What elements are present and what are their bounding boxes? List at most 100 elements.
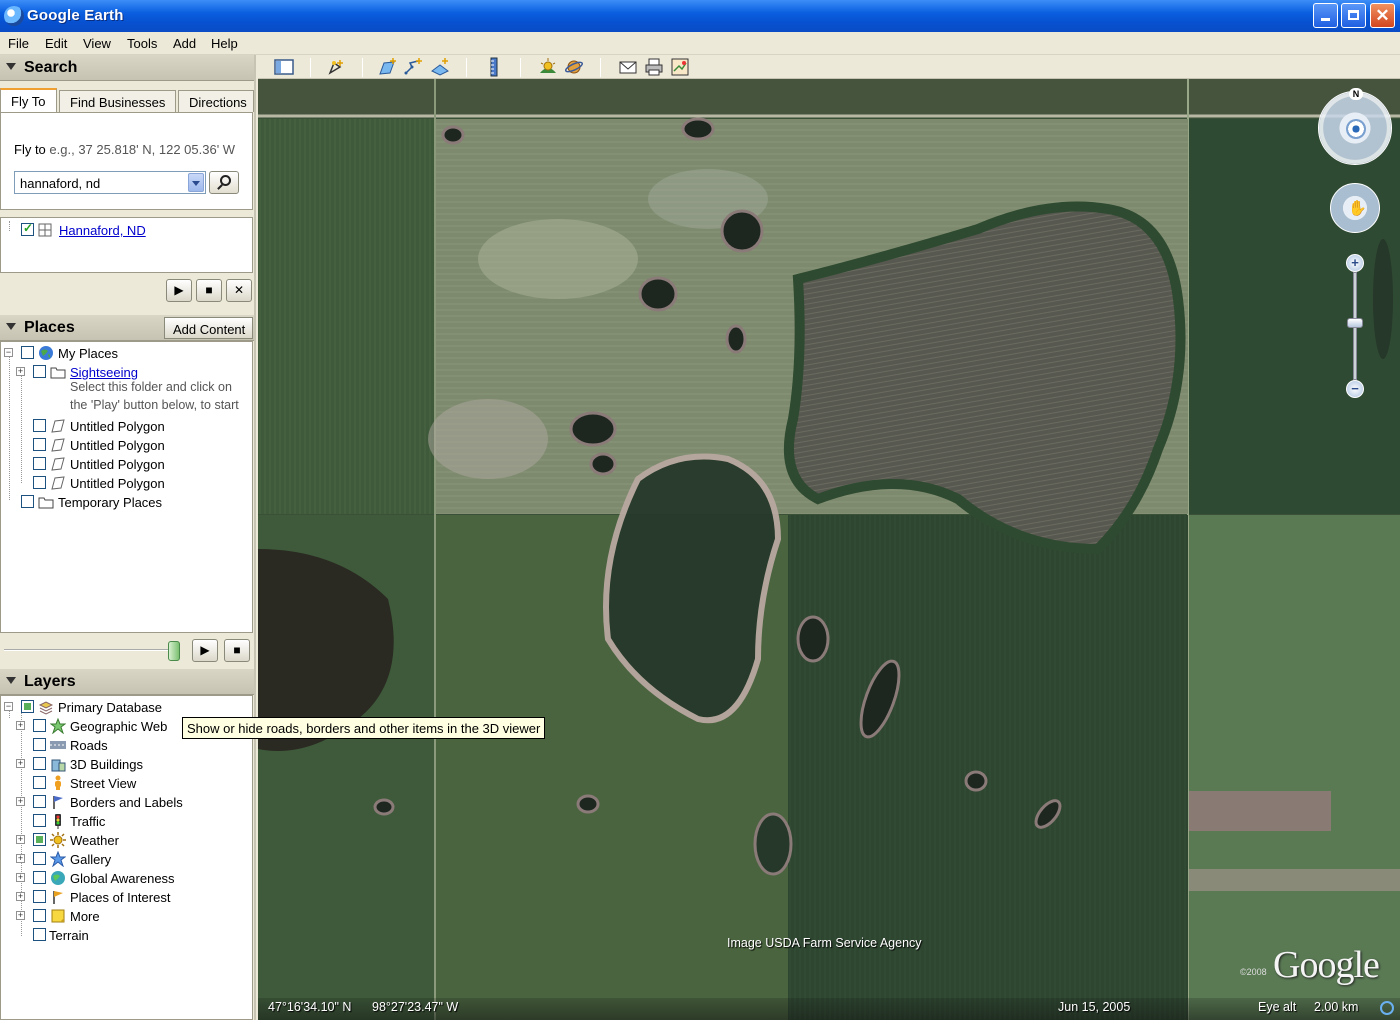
collapse-triangle-icon[interactable] (6, 63, 16, 70)
layer-primary-database[interactable]: − Primary Database (1, 698, 252, 717)
expand-icon[interactable]: + (16, 854, 25, 863)
search-button[interactable] (209, 171, 239, 194)
play-button[interactable]: ▶ (166, 279, 192, 302)
polygon-checkbox[interactable] (33, 419, 46, 432)
expand-icon[interactable]: + (16, 892, 25, 901)
layer-checkbox[interactable] (33, 814, 46, 827)
expand-icon[interactable]: + (16, 911, 25, 920)
my-places-checkbox[interactable] (21, 346, 34, 359)
maximize-button[interactable] (1341, 3, 1366, 28)
zoom-thumb[interactable] (1347, 318, 1363, 328)
layer-places-of-interest[interactable]: + Places of Interest (1, 888, 252, 907)
layers-panel-header[interactable]: Layers (0, 669, 254, 695)
collapse-icon[interactable]: − (4, 348, 13, 357)
temporary-places-checkbox[interactable] (21, 495, 34, 508)
expand-icon[interactable]: + (16, 835, 25, 844)
layer-checkbox[interactable] (33, 776, 46, 789)
chevron-down-icon[interactable] (188, 173, 204, 192)
minimize-button[interactable] (1313, 3, 1338, 28)
layer-checkbox[interactable] (33, 909, 46, 922)
collapse-icon[interactable]: − (4, 702, 13, 711)
compass-north[interactable]: N (1349, 88, 1363, 100)
3d-viewer[interactable]: N ✋ + − Image USDA Farm Service Agency ©… (258, 79, 1400, 1020)
polygon-add-icon[interactable] (378, 57, 398, 77)
result-label[interactable]: Hannaford, ND (59, 223, 146, 238)
layer-checkbox[interactable] (33, 852, 46, 865)
zoom-slider[interactable]: + − (1346, 254, 1364, 398)
polygon-checkbox[interactable] (33, 438, 46, 451)
expand-icon[interactable]: + (16, 367, 25, 376)
ruler-icon[interactable] (484, 57, 504, 77)
menu-file[interactable]: File (8, 36, 29, 51)
menu-view[interactable]: View (83, 36, 111, 51)
tour-slider-thumb[interactable] (168, 641, 180, 661)
placemark-icon[interactable] (326, 57, 346, 77)
email-icon[interactable] (618, 57, 638, 77)
sunlight-icon[interactable] (538, 57, 558, 77)
fly-to-input[interactable]: hannaford, nd (14, 171, 206, 194)
add-content-button[interactable]: Add Content (164, 317, 253, 339)
layer-checkbox[interactable] (33, 871, 46, 884)
layer-terrain[interactable]: Terrain (1, 926, 252, 945)
search-panel-header[interactable]: Search (0, 55, 254, 81)
tree-item-polygon[interactable]: Untitled Polygon (1, 436, 252, 455)
sightseeing-checkbox[interactable] (33, 365, 46, 378)
expand-icon[interactable]: + (16, 797, 25, 806)
layer-global-awareness[interactable]: + Global Awareness (1, 869, 252, 888)
tree-item-polygon[interactable]: Untitled Polygon (1, 455, 252, 474)
print-icon[interactable] (644, 57, 664, 77)
polygon-checkbox[interactable] (33, 457, 46, 470)
tree-item-polygon[interactable]: Untitled Polygon (1, 417, 252, 436)
result-checkbox[interactable] (21, 221, 34, 236)
tab-directions[interactable]: Directions (178, 90, 254, 112)
layer-more[interactable]: + More (1, 907, 252, 926)
layer-checkbox[interactable] (33, 833, 46, 846)
polygon-checkbox[interactable] (33, 476, 46, 489)
layer-weather[interactable]: + Weather (1, 831, 252, 850)
layer-checkbox[interactable] (33, 795, 46, 808)
places-panel-header[interactable]: Places Add Content (0, 315, 254, 341)
close-button[interactable]: ✕ (1370, 3, 1395, 28)
tree-item-polygon[interactable]: Untitled Polygon (1, 474, 252, 493)
menu-help[interactable]: Help (211, 36, 238, 51)
planet-icon[interactable] (564, 57, 584, 77)
sidebar-toggle-icon[interactable] (274, 57, 294, 77)
tree-item-my-places[interactable]: − My Places (1, 344, 252, 363)
layer-checkbox[interactable] (33, 719, 46, 732)
overlay-icon[interactable] (430, 57, 450, 77)
menu-add[interactable]: Add (173, 36, 196, 51)
layer-traffic[interactable]: Traffic (1, 812, 252, 831)
tour-stop-button[interactable]: ■ (224, 639, 250, 662)
layer-gallery[interactable]: + Gallery (1, 850, 252, 869)
look-control[interactable]: N (1318, 88, 1392, 165)
menu-tools[interactable]: Tools (127, 36, 157, 51)
expand-icon[interactable]: + (16, 873, 25, 882)
layer-checkbox[interactable] (33, 890, 46, 903)
layer-checkbox[interactable] (33, 757, 46, 770)
tour-play-button[interactable]: ▶ (192, 639, 218, 662)
menu-edit[interactable]: Edit (45, 36, 67, 51)
collapse-triangle-icon[interactable] (6, 323, 16, 330)
search-result-item[interactable]: Hannaford, ND (1, 221, 254, 240)
layer-3d-buildings[interactable]: + 3D Buildings (1, 755, 252, 774)
collapse-triangle-icon[interactable] (6, 677, 16, 684)
layer-checkbox[interactable] (21, 700, 34, 713)
path-icon[interactable] (404, 57, 424, 77)
layer-checkbox[interactable] (33, 928, 46, 941)
layer-borders-labels[interactable]: + Borders and Labels (1, 793, 252, 812)
expand-icon[interactable]: + (16, 721, 25, 730)
layer-checkbox[interactable] (33, 738, 46, 751)
tree-item-temporary-places[interactable]: Temporary Places (1, 493, 252, 512)
maps-icon[interactable] (670, 57, 690, 77)
clear-button[interactable]: ✕ (226, 279, 252, 302)
tab-fly-to[interactable]: Fly To (0, 88, 57, 113)
zoom-in-button[interactable]: + (1346, 254, 1364, 272)
tree-item-label[interactable]: Sightseeing (70, 365, 138, 380)
layer-street-view[interactable]: Street View (1, 774, 252, 793)
tour-slider-track[interactable] (4, 649, 174, 651)
stop-button[interactable]: ■ (196, 279, 222, 302)
move-control[interactable]: ✋ (1330, 183, 1380, 233)
satellite-imagery[interactable] (258, 79, 1400, 1020)
tab-find-businesses[interactable]: Find Businesses (59, 90, 176, 112)
expand-icon[interactable]: + (16, 759, 25, 768)
